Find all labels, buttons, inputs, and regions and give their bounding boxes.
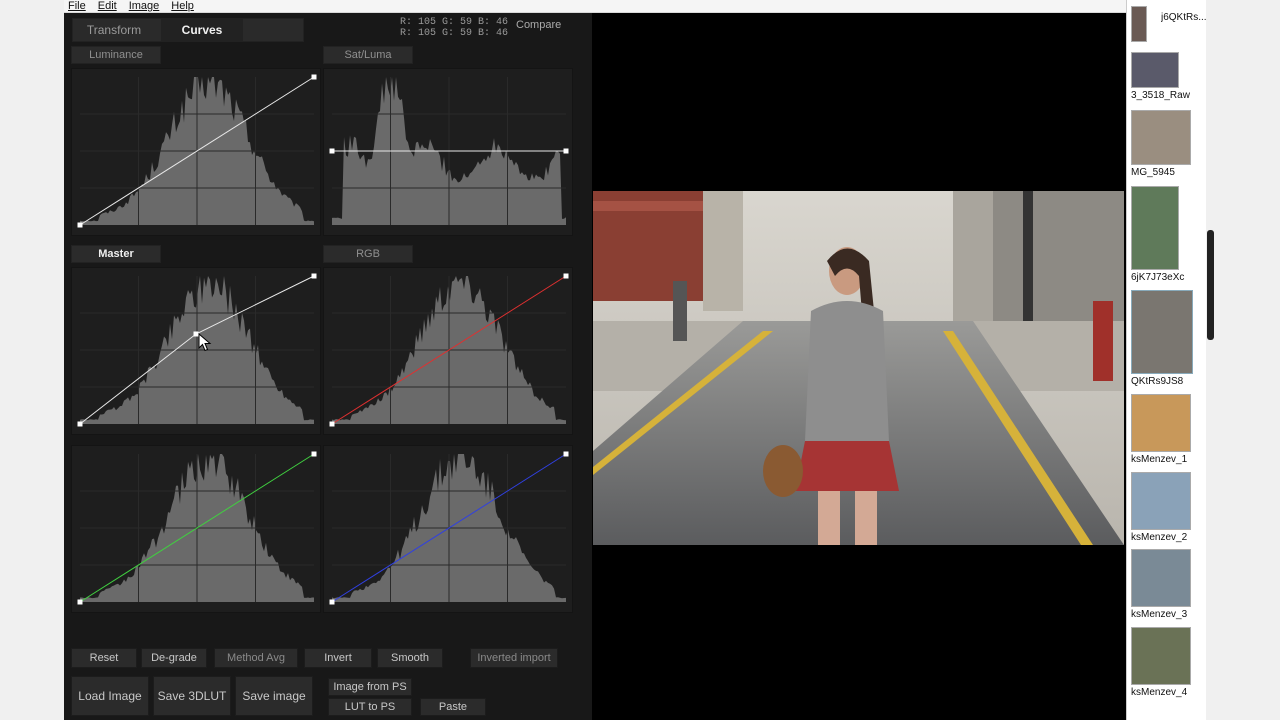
thumbnail-image-selected[interactable]	[1131, 290, 1193, 374]
rgb-label[interactable]: RGB	[323, 245, 413, 263]
thumbnail-image[interactable]	[1131, 110, 1191, 165]
curve-control-point[interactable]	[329, 148, 335, 154]
thumbnail-image[interactable]	[1131, 472, 1191, 530]
curve-control-point[interactable]	[311, 273, 317, 279]
pixel-readout-line-2: R: 105 G: 59 B: 46	[400, 28, 509, 39]
scrollbar-thumb[interactable]	[1207, 230, 1214, 340]
blue-curve-graph[interactable]	[323, 445, 573, 613]
thumbnail-image[interactable]	[1131, 6, 1147, 42]
thumbnail-filmstrip: j6QKtRs... 3_3518_Raw MG_5945 6jK7J73eXc…	[1126, 0, 1216, 720]
thumbnail-image[interactable]	[1131, 52, 1179, 88]
load-image-button[interactable]: Load Image	[71, 676, 149, 716]
thumbnail-label: MG_5945	[1131, 167, 1175, 178]
menubar: File Edit Image Help	[64, 0, 1126, 13]
preview-photo	[593, 191, 1124, 545]
red-curve-graph[interactable]	[323, 267, 573, 435]
curve-control-point[interactable]	[77, 421, 83, 427]
menu-help[interactable]: Help	[171, 0, 194, 12]
tab-transform[interactable]: Transform	[73, 19, 155, 41]
menu-image[interactable]: Image	[129, 0, 160, 12]
left-margin	[0, 0, 64, 720]
green-histogram	[77, 451, 317, 605]
reset-button[interactable]: Reset	[71, 648, 137, 668]
menu-file[interactable]: File	[68, 0, 86, 12]
lut-to-ps-button[interactable]: LUT to PS	[328, 698, 412, 716]
smooth-button[interactable]: Smooth	[377, 648, 443, 668]
app-window: File Edit Image Help Transform Curves R:…	[0, 0, 1280, 720]
right-margin	[1216, 0, 1280, 720]
thumbnail-label: 6jK7J73eXc	[1131, 272, 1185, 283]
curves-editor-panel: Transform Curves R: 105 G: 59 B: 46 R: 1…	[64, 13, 592, 720]
master-label[interactable]: Master	[71, 245, 161, 263]
thumbnail-label: ksMenzev_3	[1131, 609, 1188, 620]
green-curve-graph[interactable]	[71, 445, 321, 613]
blue-histogram	[329, 451, 569, 605]
curve-control-point[interactable]	[563, 451, 569, 457]
mode-tabs: Transform Curves	[72, 18, 304, 42]
thumbnail-label: ksMenzev_2	[1131, 532, 1188, 543]
inverted-import-button[interactable]: Inverted import	[470, 648, 558, 668]
curve-control-point[interactable]	[563, 148, 569, 154]
save-image-button[interactable]: Save image	[235, 676, 313, 716]
compare-button[interactable]: Compare	[516, 19, 561, 31]
paste-button[interactable]: Paste	[420, 698, 486, 716]
thumbnail-image[interactable]	[1131, 627, 1191, 685]
thumbnail-image[interactable]	[1131, 549, 1191, 607]
master-histogram	[77, 273, 317, 427]
save-3dlut-button[interactable]: Save 3DLUT	[153, 676, 231, 716]
thumbnail-label: ksMenzev_4	[1131, 687, 1188, 698]
menu-edit[interactable]: Edit	[98, 0, 117, 12]
mouse-cursor-icon	[198, 333, 212, 352]
degrade-button[interactable]: De-grade	[141, 648, 207, 668]
curve-control-point[interactable]	[563, 273, 569, 279]
sat-luma-curve-graph[interactable]	[323, 68, 573, 236]
luminance-histogram	[77, 74, 317, 228]
thumbnail-image[interactable]	[1131, 394, 1191, 452]
master-curve-graph[interactable]	[71, 267, 321, 435]
curve-control-point[interactable]	[77, 222, 83, 228]
thumbnail-image[interactable]	[1131, 186, 1179, 270]
red-histogram	[329, 273, 569, 427]
luminance-label[interactable]: Luminance	[71, 46, 161, 64]
pixel-readout-line-1: R: 105 G: 59 B: 46	[400, 17, 509, 28]
luminance-curve-graph[interactable]	[71, 68, 321, 236]
sat-luma-histogram	[329, 77, 569, 225]
method-avg-button[interactable]: Method Avg	[214, 648, 298, 668]
curve-control-point[interactable]	[329, 421, 335, 427]
curve-control-point[interactable]	[329, 599, 335, 605]
filmstrip-scrollbar[interactable]	[1206, 0, 1216, 720]
image-from-ps-button[interactable]: Image from PS	[328, 678, 412, 696]
curve-control-point[interactable]	[77, 599, 83, 605]
sat-luma-label[interactable]: Sat/Luma	[323, 46, 413, 64]
image-viewer[interactable]	[592, 13, 1126, 720]
thumbnail-label: ksMenzev_1	[1131, 454, 1188, 465]
curve-control-point[interactable]	[311, 451, 317, 457]
thumbnail-label: QKtRs9JS8	[1131, 376, 1184, 387]
invert-button[interactable]: Invert	[304, 648, 372, 668]
tab-curves[interactable]: Curves	[161, 19, 243, 41]
pixel-readout: R: 105 G: 59 B: 46 R: 105 G: 59 B: 46	[400, 17, 508, 39]
curve-control-point[interactable]	[311, 74, 317, 80]
thumbnail-label: 3_3518_Raw	[1131, 90, 1190, 101]
